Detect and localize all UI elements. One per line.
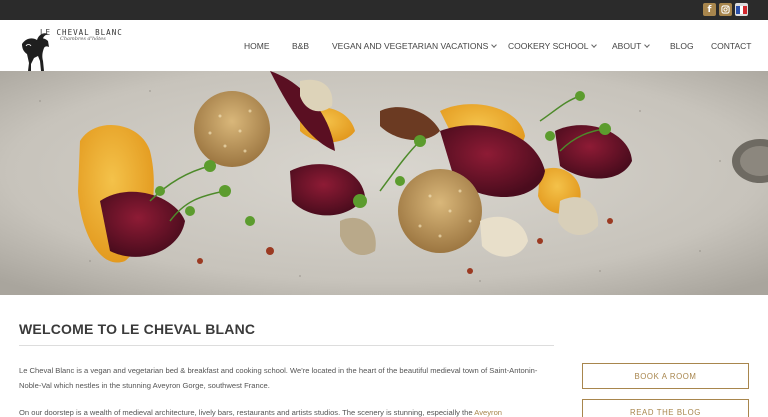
nav-vacations-label: VEGAN AND VEGETARIAN VACATIONS [332, 41, 489, 51]
nav-home-label: HOME [244, 41, 270, 51]
nav-contact-label: CONTACT [711, 41, 752, 51]
chevron-down-icon [591, 42, 598, 48]
nav-blog[interactable]: BLOG [670, 41, 694, 51]
brand-subtitle: Chambres d'hôtes [60, 36, 106, 42]
nav-blog-label: BLOG [670, 41, 694, 51]
instagram-glyph [721, 5, 730, 14]
nav-cookery-school[interactable]: COOKERY SCHOOL [508, 41, 598, 51]
nav-bnb[interactable]: B&B [292, 41, 309, 51]
nav-about[interactable]: ABOUT [612, 41, 651, 51]
flag-stripes [736, 5, 748, 14]
intro-paragraph: Le Cheval Blanc is a vegan and vegetaria… [19, 366, 538, 390]
nav-cookery-label: COOKERY SCHOOL [508, 41, 589, 51]
chevron-down-icon [491, 42, 498, 48]
hero-image [0, 71, 768, 295]
read-blog-button[interactable]: READ THE BLOG [582, 399, 749, 417]
top-bar: f [0, 0, 768, 20]
nav-vacations[interactable]: VEGAN AND VEGETARIAN VACATIONS [332, 41, 498, 51]
facebook-glyph: f [707, 4, 712, 15]
book-room-button[interactable]: BOOK A ROOM [582, 363, 749, 389]
nav-home[interactable]: HOME [244, 41, 270, 51]
nav-contact[interactable]: CONTACT [711, 41, 751, 51]
hero-food-plate [0, 71, 768, 295]
second-paragraph-text: On our doorstep is a wealth of medieval … [19, 408, 475, 417]
chevron-down-icon [644, 42, 651, 48]
aveyron-link[interactable]: Aveyron [474, 408, 502, 417]
second-paragraph: On our doorstep is a wealth of medieval … [19, 405, 559, 417]
title-divider [19, 345, 554, 346]
facebook-icon[interactable]: f [703, 3, 716, 16]
nav-about-label: ABOUT [612, 41, 642, 51]
page-title: WELCOME TO LE CHEVAL BLANC [19, 321, 256, 337]
french-flag-icon[interactable] [735, 3, 748, 16]
site-header: LE CHEVAL BLANC Chambres d'hôtes HOME B&… [0, 20, 768, 71]
instagram-icon[interactable] [719, 3, 732, 16]
main-content: WELCOME TO LE CHEVAL BLANC Le Cheval Bla… [0, 295, 768, 417]
nav-bnb-label: B&B [292, 41, 310, 51]
